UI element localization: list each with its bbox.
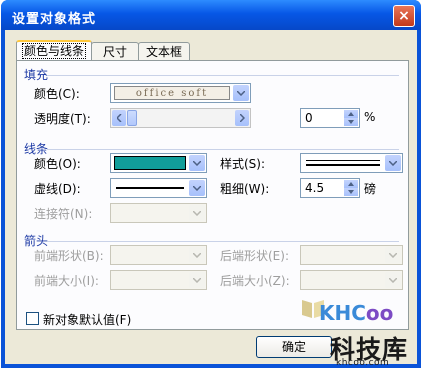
section-divider — [47, 149, 399, 150]
close-button[interactable]: × — [393, 5, 415, 27]
watermark-url: khcoo.com — [336, 358, 390, 368]
tab-label: 颜色与线条 — [21, 43, 86, 59]
title-bar[interactable]: 设置对象格式 × — [1, 0, 421, 30]
dialog-title: 设置对象格式 — [12, 12, 97, 27]
section-divider — [47, 75, 399, 76]
ok-button[interactable]: 确定 — [256, 336, 332, 358]
chevron-down-icon[interactable] — [385, 272, 401, 288]
default-checkbox[interactable] — [26, 312, 39, 325]
chevron-down-icon[interactable] — [189, 205, 205, 221]
weight-label: 粗细(W): — [220, 182, 270, 196]
watermark-logo-rest: oo — [365, 301, 394, 325]
spin-down-icon[interactable] — [344, 118, 358, 126]
chevron-down-icon[interactable] — [385, 247, 401, 263]
fill-color-dropdown[interactable]: office soft — [110, 83, 251, 103]
line-style-dropdown[interactable] — [300, 153, 403, 173]
transparency-unit: % — [364, 110, 376, 124]
watermark-logo: KHCoo — [319, 301, 393, 325]
connector-label: 连接符(N): — [34, 207, 93, 221]
chevron-down-icon[interactable] — [385, 155, 401, 171]
spin-up-icon[interactable] — [344, 180, 358, 188]
close-icon: × — [398, 8, 410, 24]
dash-label: 虚线(D): — [34, 182, 81, 196]
section-fill-label: 填充 — [24, 68, 49, 82]
chevron-down-icon[interactable] — [189, 155, 205, 171]
chevron-left-icon[interactable] — [112, 110, 126, 126]
transparency-slider[interactable] — [110, 108, 251, 128]
begin-size-dropdown[interactable] — [110, 270, 207, 290]
chevron-down-icon[interactable] — [233, 85, 249, 101]
chevron-right-icon[interactable] — [235, 110, 249, 126]
connector-dropdown[interactable] — [110, 203, 207, 223]
line-color-swatch — [114, 156, 186, 170]
begin-style-label: 前端形状(B): — [34, 249, 104, 263]
tab-textbox[interactable]: 文本框 — [138, 42, 190, 61]
dash-preview — [116, 187, 184, 189]
end-size-label: 后端大小(Z): — [220, 274, 290, 288]
begin-size-label: 前端大小(I): — [34, 274, 99, 288]
begin-style-dropdown[interactable] — [110, 245, 207, 265]
line-style-preview — [306, 164, 380, 166]
default-checkbox-label: 新对象默认值(F) — [43, 313, 132, 327]
tab-panel: 填充 颜色(C): office soft 透明度(T): 0 % 线条 颜色(… — [16, 60, 409, 330]
line-color-dropdown[interactable] — [110, 153, 207, 173]
chevron-down-icon[interactable] — [189, 247, 205, 263]
end-size-dropdown[interactable] — [300, 270, 403, 290]
fill-color-label: 颜色(C): — [34, 87, 80, 101]
end-style-label: 后端形状(E): — [220, 249, 289, 263]
chevron-down-icon[interactable] — [189, 180, 205, 196]
line-color-label: 颜色(O): — [34, 157, 81, 171]
section-divider — [47, 241, 399, 242]
transparency-value: 0 — [305, 111, 313, 125]
chevron-down-icon[interactable] — [189, 272, 205, 288]
dash-dropdown[interactable] — [110, 178, 207, 198]
slider-thumb[interactable] — [127, 110, 137, 126]
transparency-spinner[interactable] — [344, 110, 358, 126]
weight-spinner[interactable] — [344, 180, 358, 196]
weight-value: 4.5 — [305, 181, 325, 195]
line-style-label: 样式(S): — [220, 157, 266, 171]
weight-input[interactable]: 4.5 — [300, 178, 360, 198]
spin-up-icon[interactable] — [344, 110, 358, 118]
transparency-label: 透明度(T): — [34, 112, 91, 126]
weight-unit: 磅 — [364, 182, 377, 196]
spin-down-icon[interactable] — [344, 188, 358, 196]
end-style-dropdown[interactable] — [300, 245, 403, 265]
tab-size[interactable]: 尺寸 — [91, 42, 139, 61]
line-style-preview — [306, 160, 380, 161]
fill-pattern-preview: office soft — [114, 86, 230, 100]
watermark-logo-k: KHC — [319, 301, 366, 325]
transparency-input[interactable]: 0 — [300, 108, 360, 128]
